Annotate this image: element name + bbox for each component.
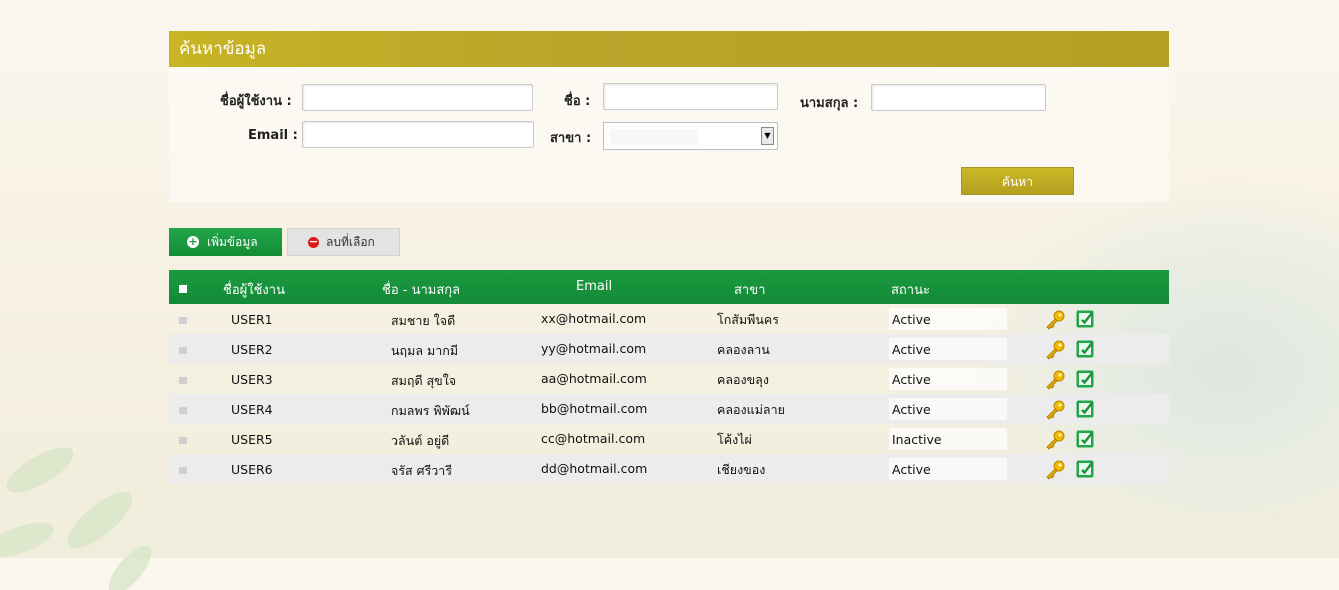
cell-username: USER3 (231, 372, 273, 387)
cell-username: USER4 (231, 402, 273, 417)
edit-icon[interactable] (1076, 429, 1095, 448)
header-status: สถานะ (891, 283, 930, 298)
cell-email: xx@hotmail.com (541, 311, 647, 326)
firstname-input[interactable] (603, 83, 778, 110)
username-label: ชื่อผู้ใช้งาน : (220, 94, 292, 109)
search-panel-title: ค้นหาข้อมูล (169, 31, 1169, 67)
header-branch: สาขา (734, 283, 766, 298)
cell-fullname: นฤมล มากมี (391, 343, 459, 358)
cell-email: aa@hotmail.com (541, 371, 647, 386)
select-all-checkbox[interactable] (179, 285, 187, 293)
add-button[interactable]: + เพิ่มข้อมูล (169, 228, 282, 256)
key-icon[interactable] (1044, 370, 1066, 390)
row-checkbox[interactable] (179, 317, 187, 324)
cell-username: USER2 (231, 342, 273, 357)
email-label: Email : (248, 128, 298, 143)
key-icon[interactable] (1044, 310, 1066, 330)
row-checkbox[interactable] (179, 347, 187, 354)
edit-icon[interactable] (1076, 309, 1095, 328)
row-checkbox[interactable] (179, 377, 187, 384)
header-username: ชื่อผู้ใช้งาน (223, 283, 285, 298)
dropdown-arrow-icon[interactable]: ▼ (761, 127, 774, 145)
delete-button-label: ลบที่เลือก (326, 235, 375, 249)
edit-icon[interactable] (1076, 339, 1095, 358)
branch-select-value (610, 129, 698, 145)
branch-select[interactable]: ▼ (603, 122, 778, 150)
cell-fullname: สมชาย ใจดี (391, 313, 456, 328)
cell-status: Active (892, 402, 931, 417)
key-icon[interactable] (1044, 430, 1066, 450)
cell-email: cc@hotmail.com (541, 431, 646, 446)
cell-status: Active (892, 372, 931, 387)
cell-email: bb@hotmail.com (541, 401, 648, 416)
email-input[interactable] (302, 121, 534, 148)
cell-username: USER1 (231, 312, 273, 327)
lastname-input[interactable] (871, 84, 1046, 111)
table-header: ชื่อผู้ใช้งาน ชื่อ - นามสกุล Email สาขา … (169, 270, 1169, 304)
row-checkbox[interactable] (179, 407, 187, 414)
search-button[interactable]: ค้นหา (961, 167, 1074, 195)
plus-circle-icon: + (187, 235, 199, 248)
table-row: USER2 นฤมล มากมี yy@hotmail.com คลองลาน Acti… (169, 334, 1169, 364)
cell-username: USER6 (231, 462, 273, 477)
cell-status: Active (892, 342, 931, 357)
username-input[interactable] (302, 84, 533, 111)
add-button-label: เพิ่มข้อมูล (207, 235, 258, 249)
edit-icon[interactable] (1076, 399, 1095, 418)
branch-label: สาขา : (550, 131, 592, 146)
row-checkbox[interactable] (179, 467, 187, 474)
lastname-label: นามสกุล : (800, 96, 859, 111)
cell-branch: คลองแม่ลาย (717, 402, 785, 417)
cell-status: Inactive (892, 432, 942, 447)
table-row: USER1 สมชาย ใจดี xx@hotmail.com โกสัมพีนคร A… (169, 304, 1169, 334)
cell-fullname: จรัส ศรีวารี (391, 463, 453, 478)
cell-branch: คลองขลุง (717, 372, 769, 387)
cell-branch: เชียงของ (717, 462, 766, 477)
cell-fullname: สมฤดี สุขใจ (391, 373, 457, 388)
header-email: Email (576, 279, 613, 294)
key-icon[interactable] (1044, 460, 1066, 480)
edit-icon[interactable] (1076, 369, 1095, 388)
header-fullname: ชื่อ - นามสกุล (382, 283, 461, 298)
key-icon[interactable] (1044, 400, 1066, 420)
table-row: USER5 วลันต์ อยู่ดี cc@hotmail.com โค้งไผ่ I… (169, 424, 1169, 454)
cell-fullname: วลันต์ อยู่ดี (391, 433, 450, 448)
cell-branch: โกสัมพีนคร (717, 312, 780, 327)
cell-email: dd@hotmail.com (541, 461, 648, 476)
key-icon[interactable] (1044, 340, 1066, 360)
cell-fullname: กมลพร พิพัฒน์ (391, 403, 470, 418)
minus-circle-icon: − (308, 235, 319, 248)
leaf-decoration (0, 447, 152, 590)
cell-email: yy@hotmail.com (541, 341, 647, 356)
table-row: USER3 สมฤดี สุขใจ aa@hotmail.com คลองขลุง Ac… (169, 364, 1169, 394)
cell-status: Active (892, 312, 931, 327)
table-row: USER4 กมลพร พิพัฒน์ bb@hotmail.com คลองแม่ล… (169, 394, 1169, 424)
table-row: USER6 จรัส ศรีวารี dd@hotmail.com เชียงของ A… (169, 454, 1169, 484)
cell-branch: โค้งไผ่ (717, 432, 752, 447)
edit-icon[interactable] (1076, 459, 1095, 478)
row-checkbox[interactable] (179, 437, 187, 444)
cell-status: Active (892, 462, 931, 477)
cell-branch: คลองลาน (717, 342, 770, 357)
cell-username: USER5 (231, 432, 273, 447)
firstname-label: ชื่อ : (564, 94, 591, 109)
delete-selected-button[interactable]: − ลบที่เลือก (287, 228, 400, 256)
